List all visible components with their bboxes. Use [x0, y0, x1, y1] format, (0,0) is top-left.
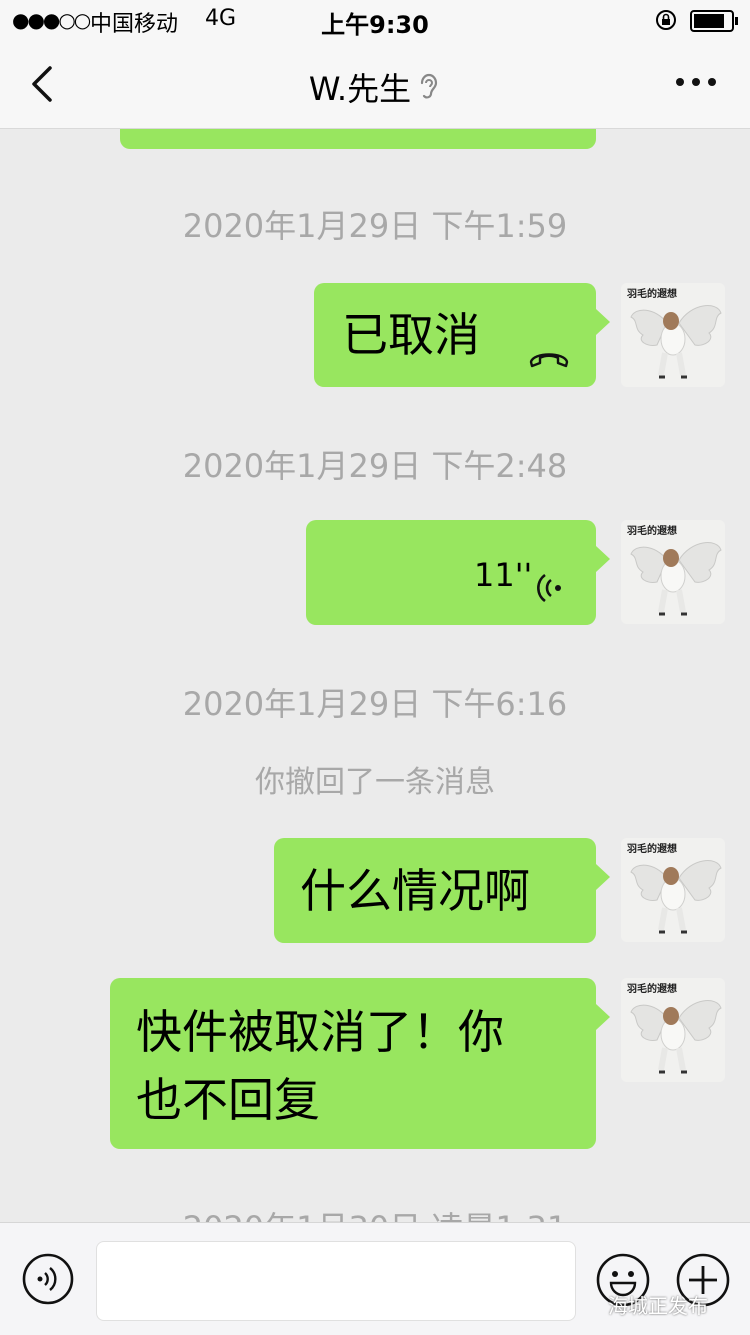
avatar[interactable]: 羽毛的遐想: [621, 520, 725, 624]
chat-title: W.先生: [0, 64, 750, 111]
recall-notice: 你撤回了一条消息: [255, 765, 495, 800]
watermark: 海城正发布: [608, 1294, 708, 1318]
timestamp: 2020年1月30日 凌晨1:31: [0, 1203, 750, 1222]
message-input[interactable]: [96, 1241, 576, 1321]
message-bubble[interactable]: 已取消: [314, 283, 610, 387]
avatar[interactable]: 羽毛的遐想: [621, 283, 725, 387]
message-text: 什么情况啊: [300, 864, 530, 918]
voice-input-icon[interactable]: [22, 1253, 74, 1309]
message-bubble[interactable]: 什么情况啊: [274, 838, 610, 943]
battery-icon: [690, 10, 740, 38]
timestamp: 2020年1月29日 下午6:16: [182, 685, 568, 723]
message-bubble[interactable]: 快件被取消了！你 也不回复: [110, 978, 610, 1149]
phone-hangup-icon: [528, 321, 570, 387]
timestamp: 2020年1月29日 下午2:48: [182, 447, 568, 485]
chat-message-list[interactable]: 2020年1月29日 下午1:59 已取消 羽毛的遐想 2020年1月29日 下…: [0, 129, 750, 1222]
voice-wave-icon: [536, 556, 564, 622]
voice-message-bubble[interactable]: 11'': [306, 520, 610, 625]
svg-text:羽毛的遐想: 羽毛的遐想: [627, 842, 677, 855]
status-time: 上午9:30: [321, 11, 429, 39]
status-bar: ●●●○○ 中国移动 4G 上午9:30: [0, 0, 750, 40]
ear-icon: [417, 71, 441, 111]
svg-text:羽毛的遐想: 羽毛的遐想: [627, 982, 677, 995]
avatar[interactable]: 羽毛的遐想: [621, 978, 725, 1082]
contact-name: W.先生: [308, 70, 412, 108]
message-text: 已取消: [342, 308, 480, 362]
message-text: 快件被取消了！你 也不回复: [136, 1005, 504, 1127]
voice-duration: 11'': [474, 556, 533, 594]
chat-header: W.先生: [0, 40, 750, 129]
svg-text:羽毛的遐想: 羽毛的遐想: [627, 524, 677, 537]
more-dots-icon[interactable]: [672, 64, 720, 100]
avatar[interactable]: 羽毛的遐想: [621, 838, 725, 942]
svg-text:羽毛的遐想: 羽毛的遐想: [627, 287, 677, 300]
message-bubble-partial[interactable]: [120, 129, 596, 149]
rotation-lock-icon: [655, 9, 677, 37]
timestamp: 2020年1月29日 下午1:59: [182, 207, 568, 245]
